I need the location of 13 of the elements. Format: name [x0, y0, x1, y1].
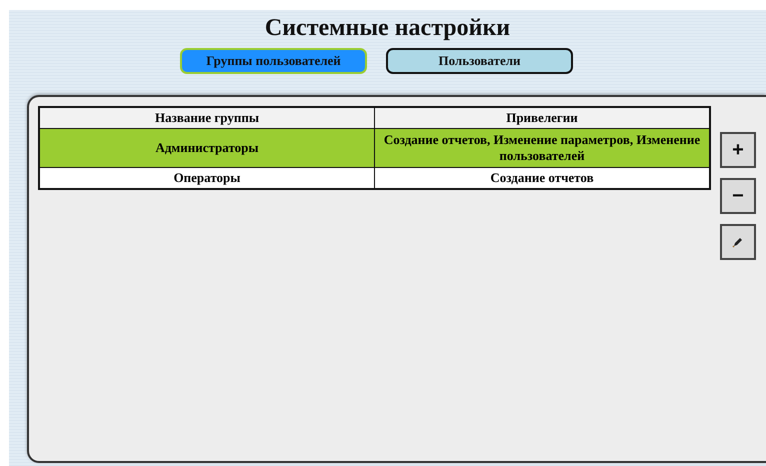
- column-header: Привелегии: [374, 107, 710, 128]
- tab[interactable]: Группы пользователей: [180, 48, 367, 74]
- table-cell[interactable]: Операторы: [39, 168, 374, 189]
- action-button[interactable]: +: [720, 132, 756, 168]
- table-cell[interactable]: Создание отчетов, Изменение параметров, Изменение пользователей: [374, 128, 710, 168]
- table-cell[interactable]: Администраторы: [39, 128, 374, 168]
- table-cell[interactable]: Создание отчетов: [374, 168, 710, 189]
- pencil-icon: [732, 236, 744, 248]
- column-header: Название группы: [39, 107, 374, 128]
- action-button[interactable]: −: [720, 178, 756, 214]
- page-title: Системные настройки: [264, 14, 510, 42]
- tab[interactable]: Пользователи: [386, 48, 573, 74]
- edit-button[interactable]: [720, 224, 756, 260]
